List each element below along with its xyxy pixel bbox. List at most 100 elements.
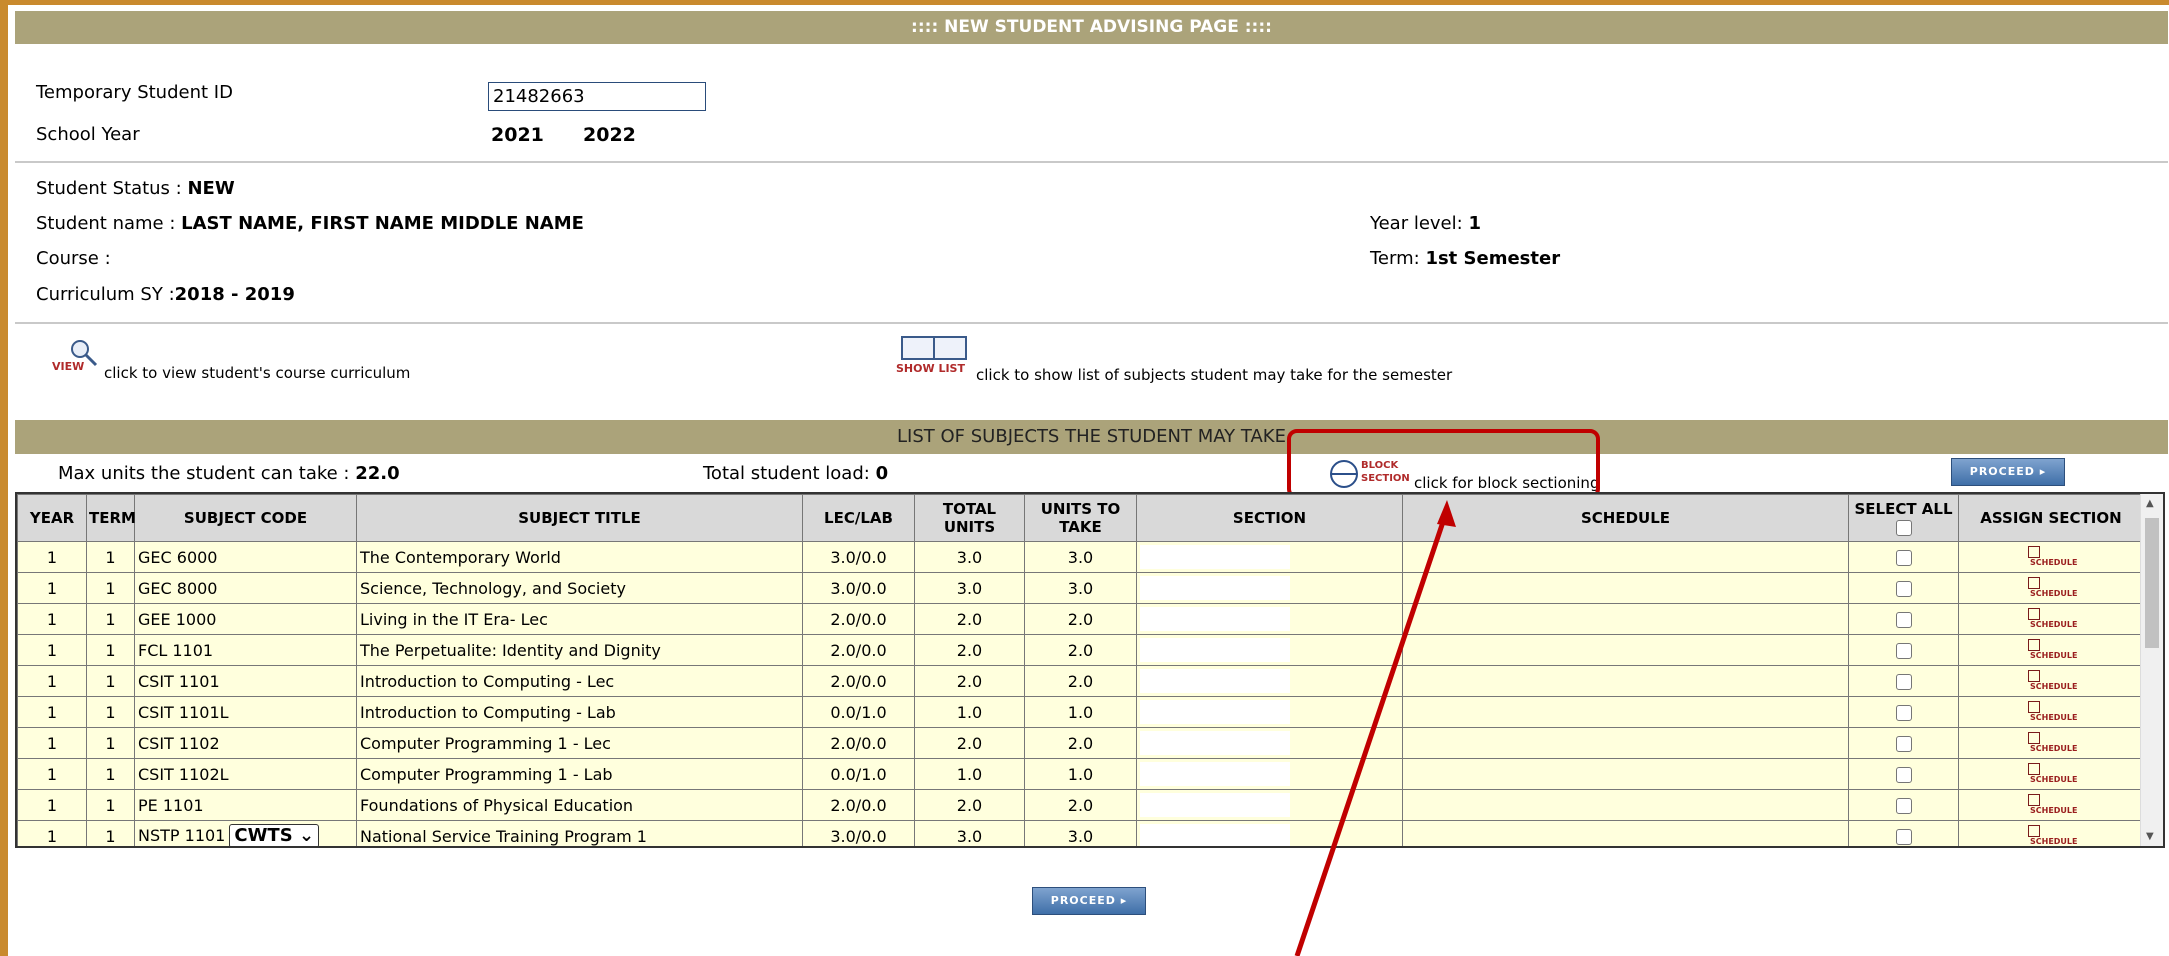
section-input[interactable] bbox=[1140, 576, 1290, 600]
cell-section bbox=[1136, 572, 1403, 604]
schedule-icon-label: SCHEDULE bbox=[2030, 558, 2078, 567]
cell-subject-title: National Service Training Program 1 bbox=[356, 820, 803, 846]
total-load-label: Total student load: bbox=[703, 463, 870, 484]
section-input[interactable] bbox=[1140, 793, 1290, 817]
cell-schedule bbox=[1402, 572, 1849, 604]
show-list-text[interactable]: click to show list of subjects student m… bbox=[976, 366, 1452, 384]
section-input[interactable] bbox=[1140, 824, 1290, 846]
row-checkbox[interactable] bbox=[1895, 550, 1912, 566]
select-all-label: SELECT ALL bbox=[1854, 500, 1953, 518]
schedule-icon[interactable]: SCHEDULE bbox=[2024, 700, 2078, 724]
schedule-icon-label: SCHEDULE bbox=[2030, 620, 2078, 629]
school-year-start: 2021 bbox=[491, 124, 544, 146]
schedule-icon[interactable]: SCHEDULE bbox=[2024, 638, 2078, 662]
cell-total-units: 2.0 bbox=[914, 603, 1025, 635]
cell-schedule bbox=[1402, 665, 1849, 697]
cell-subject-code: GEC 8000 bbox=[134, 572, 357, 604]
proceed-button-bottom[interactable]: PROCEED ▸ bbox=[1032, 887, 1146, 915]
cell-year: 1 bbox=[17, 696, 87, 728]
schedule-icon[interactable]: SCHEDULE bbox=[2024, 762, 2078, 786]
header-term: TERM bbox=[86, 494, 136, 542]
cell-subject-title: Computer Programming 1 - Lec bbox=[356, 727, 803, 759]
schedule-icon-label: SCHEDULE bbox=[2030, 837, 2078, 846]
cell-section bbox=[1136, 541, 1403, 573]
cell-lec-lab: 3.0/0.0 bbox=[802, 541, 915, 573]
row-checkbox[interactable] bbox=[1895, 643, 1912, 659]
row-checkbox[interactable] bbox=[1895, 674, 1912, 690]
schedule-icon[interactable]: SCHEDULE bbox=[2024, 669, 2078, 693]
header-year: YEAR bbox=[17, 494, 87, 542]
schedule-icon-label: SCHEDULE bbox=[2030, 744, 2078, 753]
row-checkbox[interactable] bbox=[1895, 829, 1912, 845]
cell-year: 1 bbox=[17, 603, 87, 635]
temp-id-input[interactable] bbox=[488, 82, 706, 111]
row-checkbox[interactable] bbox=[1895, 736, 1912, 752]
scroll-down-icon[interactable]: ▼ bbox=[2146, 831, 2154, 842]
section-input[interactable] bbox=[1140, 638, 1290, 662]
section-input[interactable] bbox=[1140, 700, 1290, 724]
row-checkbox[interactable] bbox=[1895, 581, 1912, 597]
header-subject-title: SUBJECT TITLE bbox=[356, 494, 803, 542]
row-checkbox[interactable] bbox=[1895, 798, 1912, 814]
schedule-icon[interactable]: SCHEDULE bbox=[2024, 824, 2078, 846]
cell-lec-lab: 3.0/0.0 bbox=[802, 572, 915, 604]
cell-units-to-take: 2.0 bbox=[1024, 665, 1137, 697]
callout-highlight-box bbox=[1287, 429, 1600, 499]
cell-select bbox=[1848, 820, 1959, 846]
cell-year: 1 bbox=[17, 665, 87, 697]
table-scrollbar[interactable]: ▲ ▼ bbox=[2140, 494, 2163, 846]
schedule-icon-label: SCHEDULE bbox=[2030, 775, 2078, 784]
cell-subject-title: Foundations of Physical Education bbox=[356, 789, 803, 821]
section-input[interactable] bbox=[1140, 607, 1290, 631]
scroll-thumb[interactable] bbox=[2145, 518, 2159, 648]
cell-section bbox=[1136, 758, 1403, 790]
schedule-icon[interactable]: SCHEDULE bbox=[2024, 545, 2078, 569]
year-level: Year level: 1 bbox=[1370, 213, 1481, 234]
section-input[interactable] bbox=[1140, 545, 1290, 569]
cell-year: 1 bbox=[17, 758, 87, 790]
table-row: 1 1 CSIT 1101 Introduction to Computing - L… bbox=[17, 665, 2144, 697]
cell-term: 1 bbox=[86, 665, 135, 697]
cell-lec-lab: 2.0/0.0 bbox=[802, 789, 915, 821]
header-assign-section: ASSIGN SECTION bbox=[1958, 494, 2144, 542]
scroll-up-icon[interactable]: ▲ bbox=[2146, 498, 2154, 509]
max-units-value: 22.0 bbox=[355, 463, 400, 484]
cell-year: 1 bbox=[17, 572, 87, 604]
select-all-checkbox[interactable] bbox=[1895, 519, 1912, 536]
schedule-icon[interactable]: SCHEDULE bbox=[2024, 793, 2078, 817]
cell-schedule bbox=[1402, 758, 1849, 790]
row-checkbox[interactable] bbox=[1895, 767, 1912, 783]
curriculum-value: 2018 - 2019 bbox=[174, 284, 295, 305]
schedule-icon[interactable]: SCHEDULE bbox=[2024, 607, 2078, 631]
schedule-icon-label: SCHEDULE bbox=[2030, 589, 2078, 598]
max-units: Max units the student can take : 22.0 bbox=[58, 463, 400, 484]
cell-lec-lab: 2.0/0.0 bbox=[802, 727, 915, 759]
cell-term: 1 bbox=[86, 541, 135, 573]
subject-code: CSIT 1101L bbox=[138, 702, 229, 722]
cell-section bbox=[1136, 696, 1403, 728]
cell-subject-code: GEE 1000 bbox=[134, 603, 357, 635]
schedule-icon[interactable]: SCHEDULE bbox=[2024, 731, 2078, 755]
cell-total-units: 3.0 bbox=[914, 572, 1025, 604]
show-list-link[interactable]: SHOW LIST bbox=[896, 333, 974, 379]
cell-total-units: 1.0 bbox=[914, 758, 1025, 790]
cell-assign-section: SCHEDULE bbox=[1958, 696, 2144, 728]
schedule-icon[interactable]: SCHEDULE bbox=[2024, 576, 2078, 600]
cell-total-units: 3.0 bbox=[914, 820, 1025, 846]
cell-units-to-take: 2.0 bbox=[1024, 789, 1137, 821]
cell-subject-code: CSIT 1102L bbox=[134, 758, 357, 790]
section-input[interactable] bbox=[1140, 762, 1290, 786]
proceed-button-top[interactable]: PROCEED ▸ bbox=[1951, 458, 2065, 486]
temp-id-label: Temporary Student ID bbox=[36, 82, 233, 103]
school-year-end: 2022 bbox=[583, 124, 636, 146]
nstp-select[interactable]: CWTS ⌄ bbox=[229, 824, 320, 846]
cell-schedule bbox=[1402, 634, 1849, 666]
view-curriculum-text[interactable]: click to view student's course curriculu… bbox=[104, 364, 410, 382]
row-checkbox[interactable] bbox=[1895, 705, 1912, 721]
row-checkbox[interactable] bbox=[1895, 612, 1912, 628]
cell-year: 1 bbox=[17, 634, 87, 666]
section-input[interactable] bbox=[1140, 731, 1290, 755]
cell-select bbox=[1848, 603, 1959, 635]
view-curriculum-link[interactable]: VIEW bbox=[50, 338, 100, 378]
section-input[interactable] bbox=[1140, 669, 1290, 693]
